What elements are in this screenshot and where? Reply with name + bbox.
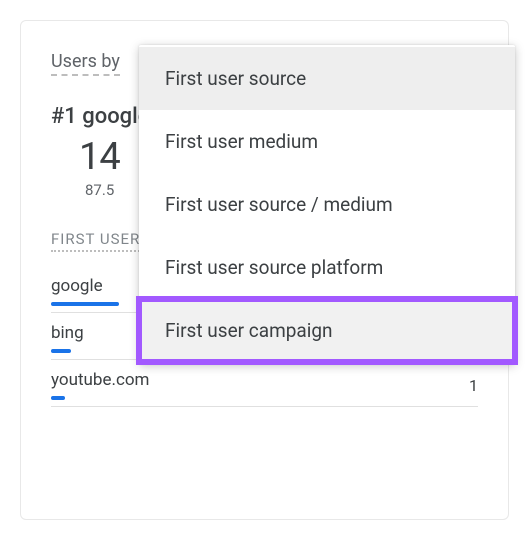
- row-label: bing: [51, 323, 84, 343]
- spark-bar: [51, 302, 119, 306]
- row-value: 1: [469, 376, 478, 395]
- dropdown-item-first-user-campaign[interactable]: First user campaign: [139, 299, 515, 362]
- row-left: youtube.com: [51, 370, 149, 400]
- spark-bar: [51, 349, 71, 353]
- dropdown-item-first-user-medium[interactable]: First user medium: [139, 110, 515, 173]
- analytics-card: Users by #1 google 14 87.5 FIRST USER go…: [20, 20, 509, 520]
- dropdown-item-first-user-source[interactable]: First user source: [139, 47, 515, 110]
- column-header: FIRST USER: [51, 230, 140, 252]
- dropdown-item-first-user-source-platform[interactable]: First user source platform: [139, 236, 515, 299]
- users-by-title: Users by: [51, 51, 120, 76]
- row-left: google: [51, 276, 119, 306]
- spark-bar: [51, 396, 65, 400]
- row-label: youtube.com: [51, 370, 149, 390]
- dimension-dropdown: First user source First user medium Firs…: [139, 45, 515, 364]
- row-left: bing: [51, 323, 84, 353]
- table-row[interactable]: youtube.com 1: [51, 360, 478, 407]
- dropdown-item-first-user-source-medium[interactable]: First user source / medium: [139, 173, 515, 236]
- row-label: google: [51, 276, 103, 296]
